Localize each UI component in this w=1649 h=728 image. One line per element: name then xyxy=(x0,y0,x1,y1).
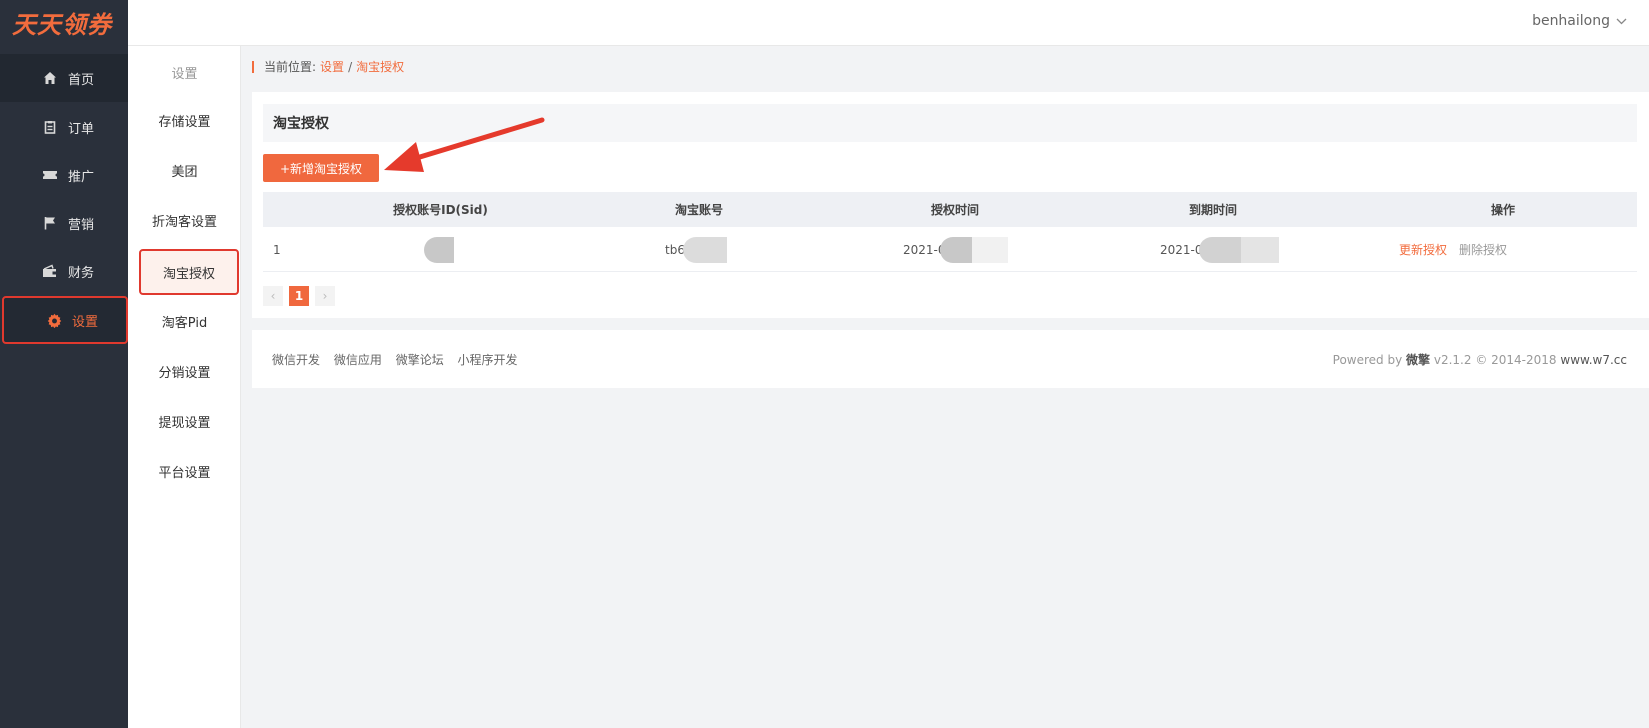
powered-site[interactable]: www.w7.cc xyxy=(1560,353,1627,367)
breadcrumb-link-settings[interactable]: 设置 xyxy=(320,58,344,75)
row-index: 1 xyxy=(273,242,281,257)
footer-link-forum[interactable]: 微擎论坛 xyxy=(396,353,444,367)
breadcrumb-separator: / xyxy=(348,59,353,74)
app-logo[interactable]: 天天领券 xyxy=(0,0,128,44)
subnav-item-zhetaoke[interactable]: 折淘客设置 xyxy=(128,196,241,244)
home-icon xyxy=(42,70,58,86)
sidebar-item-marketing[interactable]: 营销 xyxy=(0,199,128,247)
breadcrumb-marker xyxy=(252,60,254,73)
footer: 微信开发 微信应用 微擎论坛 小程序开发 Powered by 微擎 v2.1.… xyxy=(252,330,1649,388)
subnav-item-storage[interactable]: 存储设置 xyxy=(128,96,241,144)
clipboard-icon xyxy=(42,119,58,135)
settings-subnav: 设置 存储设置 美团 折淘客设置 淘宝授权 淘客Pid 分销设置 提现设置 平台… xyxy=(128,46,241,728)
table-row: 1 tb6 2021-0 2021-0 更新授权 删除授权 xyxy=(263,227,1637,272)
subnav-item-platform[interactable]: 平台设置 xyxy=(128,447,241,495)
sidebar-item-label: 设置 xyxy=(72,314,99,330)
subnav-title: 设置 xyxy=(171,67,198,82)
main-sidebar: 天天领券 首页 订单 推广 营销 财务 设置 xyxy=(0,0,128,728)
pagination: ‹ 1 › xyxy=(263,286,335,306)
sidebar-item-label: 推广 xyxy=(68,169,95,185)
column-header-sid: 授权账号ID(Sid) xyxy=(393,203,488,217)
table-header: 授权账号ID(Sid) 淘宝账号 授权时间 到期时间 操作 xyxy=(263,192,1637,227)
column-header-expire-time: 到期时间 xyxy=(1188,203,1237,217)
gear-icon xyxy=(46,312,62,328)
chevron-down-icon xyxy=(1616,13,1627,29)
sidebar-item-settings[interactable]: 设置 xyxy=(2,296,128,344)
powered-by: Powered by 微擎 v2.1.2 © 2014-2018 www.w7.… xyxy=(1333,351,1627,368)
footer-link-miniprogram[interactable]: 小程序开发 xyxy=(458,353,518,367)
breadcrumb-prefix: 当前位置: xyxy=(264,60,317,74)
sid-masked xyxy=(424,227,454,272)
column-header-auth-time: 授权时间 xyxy=(930,203,979,217)
pagination-prev-button[interactable]: ‹ xyxy=(263,286,283,306)
user-menu[interactable]: benhailong xyxy=(1532,13,1627,29)
sidebar-item-label: 财务 xyxy=(68,265,95,281)
actions-cell: 更新授权 删除授权 xyxy=(1399,227,1507,272)
sidebar-item-orders[interactable]: 订单 xyxy=(0,103,128,151)
column-header-actions: 操作 xyxy=(1490,203,1515,217)
sidebar-item-label: 营销 xyxy=(68,217,95,233)
footer-link-wechat-dev[interactable]: 微信开发 xyxy=(272,353,320,367)
taobao-account-cell: tb6 xyxy=(665,227,727,272)
footer-links: 微信开发 微信应用 微擎论坛 小程序开发 xyxy=(272,351,528,368)
subnav-item-withdraw[interactable]: 提现设置 xyxy=(128,397,241,445)
sidebar-item-home[interactable]: 首页 xyxy=(0,54,128,102)
pagination-next-button[interactable]: › xyxy=(315,286,335,306)
auth-time-cell: 2021-0 xyxy=(903,227,1008,272)
top-bar: benhailong xyxy=(128,0,1649,46)
expire-time-value: 2021-0 xyxy=(1160,242,1203,257)
flag-icon xyxy=(42,215,58,231)
sidebar-item-promotion[interactable]: 推广 xyxy=(0,151,128,199)
footer-link-wechat-apps[interactable]: 微信应用 xyxy=(334,353,382,367)
subnav-item-taobao-auth[interactable]: 淘宝授权 xyxy=(139,249,239,295)
taobao-account-value: tb6 xyxy=(665,242,685,257)
powered-version: v2.1.2 © 2014-2018 xyxy=(1433,352,1557,367)
delete-auth-link[interactable]: 删除授权 xyxy=(1459,241,1507,258)
ticket-icon xyxy=(42,167,58,183)
add-taobao-auth-button[interactable]: +新增淘宝授权 xyxy=(263,154,379,182)
sidebar-item-label: 首页 xyxy=(68,72,95,88)
pagination-page-1[interactable]: 1 xyxy=(289,286,309,306)
expire-time-cell: 2021-0 xyxy=(1160,227,1279,272)
column-header-taobao-account: 淘宝账号 xyxy=(674,203,723,217)
breadcrumb-link-taobao-auth[interactable]: 淘宝授权 xyxy=(356,58,404,75)
sidebar-item-finance[interactable]: 财务 xyxy=(0,247,128,295)
subnav-item-taoke-pid[interactable]: 淘客Pid xyxy=(128,297,241,345)
breadcrumb: 当前位置: 设置 / 淘宝授权 xyxy=(252,58,404,75)
powered-prefix: Powered by xyxy=(1332,352,1403,367)
username: benhailong xyxy=(1532,13,1610,29)
update-auth-link[interactable]: 更新授权 xyxy=(1399,241,1447,258)
powered-brand[interactable]: 微擎 xyxy=(1406,353,1430,367)
annotation-arrow xyxy=(384,117,545,172)
wallet-icon xyxy=(42,263,58,279)
sidebar-item-label: 订单 xyxy=(68,121,95,137)
subnav-item-meituan[interactable]: 美团 xyxy=(128,146,241,194)
subnav-item-distribution[interactable]: 分销设置 xyxy=(128,347,241,395)
